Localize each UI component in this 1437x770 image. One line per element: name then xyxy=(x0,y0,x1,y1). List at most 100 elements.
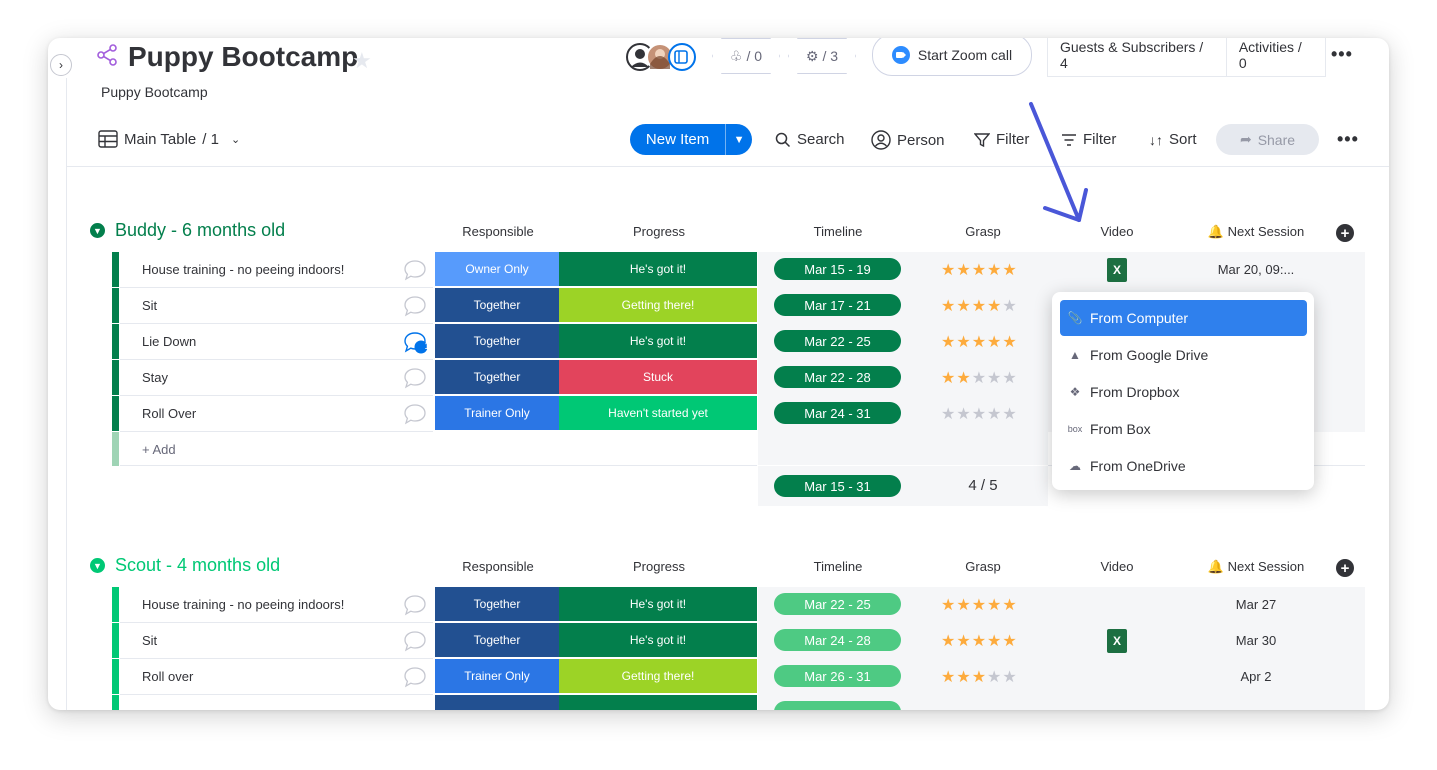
activities-button[interactable]: Activities / 0 xyxy=(1227,39,1325,71)
item-name[interactable]: House training - no peeing indoors! xyxy=(142,262,344,277)
share-button[interactable]: ➦ Share xyxy=(1216,124,1319,155)
menu-item-google-drive[interactable]: ▲ From Google Drive xyxy=(1060,337,1307,373)
group-header-scout[interactable]: ▼ Scout - 4 months old xyxy=(90,555,280,576)
integrations-button[interactable]: ⚙ / 3 xyxy=(788,38,856,74)
grasp-rating[interactable]: ★★★★★ xyxy=(941,332,1018,352)
item-name-cell[interactable]: Roll Over xyxy=(120,396,433,432)
board-description[interactable]: Puppy Bootcamp xyxy=(101,84,208,100)
menu-item-dropbox[interactable]: ❖ From Dropbox xyxy=(1060,374,1307,410)
progress-cell[interactable]: Haven't started yet xyxy=(559,396,758,430)
favorite-star-icon[interactable]: ★ xyxy=(352,48,372,74)
progress-cell[interactable]: He's got it! xyxy=(559,324,758,358)
updates-button[interactable]: ♧ / 0 xyxy=(712,38,780,74)
comment-bubble-icon[interactable] xyxy=(403,367,427,389)
new-item-dropdown-icon[interactable]: ▼ xyxy=(725,124,752,155)
next-session-cell[interactable]: Mar 20, 09:... xyxy=(1186,262,1326,277)
timeline-pill[interactable]: Mar 17 - 21 xyxy=(774,294,901,316)
item-name[interactable]: Sit xyxy=(142,298,157,313)
column-header-progress[interactable]: Progress xyxy=(560,224,758,239)
responsible-cell[interactable]: Trainer Only xyxy=(435,659,560,693)
progress-cell[interactable]: Getting there! xyxy=(559,288,758,322)
comment-bubble-icon[interactable] xyxy=(403,630,427,652)
column-header-next-session[interactable]: 🔔 Next Session xyxy=(1186,559,1326,575)
excel-file-icon[interactable]: X xyxy=(1107,629,1127,653)
progress-cell[interactable]: He's got it! xyxy=(559,252,758,286)
grasp-rating[interactable]: ★★★★★ xyxy=(941,404,1018,424)
view-selector[interactable]: Main Table / 1 ⌄ xyxy=(98,130,240,148)
timeline-pill[interactable]: Mar 24 - 28 xyxy=(774,629,901,651)
add-item-row[interactable]: + Add xyxy=(120,432,757,466)
item-name-cell[interactable]: House training - no peeing indoors! xyxy=(120,587,433,623)
item-name-cell[interactable]: Lie Down 1 xyxy=(120,324,433,360)
timeline-pill[interactable]: Mar 15 - 19 xyxy=(774,258,901,280)
board-members-avatars[interactable] xyxy=(626,42,696,72)
item-name-cell[interactable]: Sit xyxy=(120,288,433,324)
share-board-icon[interactable] xyxy=(96,44,118,66)
progress-cell[interactable]: He's got it! xyxy=(559,587,758,621)
add-column-icon[interactable]: + xyxy=(1336,559,1354,577)
grasp-rating[interactable]: ★★★★★ xyxy=(941,631,1018,651)
collapse-panel-button[interactable]: › xyxy=(50,54,72,76)
column-header-timeline[interactable]: Timeline xyxy=(758,224,918,239)
item-name[interactable]: Sit xyxy=(142,633,157,648)
add-column-icon[interactable]: + xyxy=(1336,224,1354,242)
comment-bubble-icon[interactable] xyxy=(403,295,427,317)
grasp-rating[interactable]: ★★★★★ xyxy=(941,368,1018,388)
board-title[interactable]: Puppy Bootcamp xyxy=(128,38,358,76)
excel-file-icon[interactable]: X xyxy=(1107,258,1127,282)
group-header-buddy[interactable]: ▼ Buddy - 6 months old xyxy=(90,220,285,241)
timeline-pill[interactable]: Mar 22 - 28 xyxy=(774,366,901,388)
grasp-rating[interactable]: ★★★★★ xyxy=(941,667,1018,687)
item-name-cell[interactable]: Stay xyxy=(120,360,433,396)
responsible-cell[interactable]: Together xyxy=(435,288,560,322)
column-header-responsible[interactable]: Responsible xyxy=(436,224,560,239)
comment-bubble-icon[interactable] xyxy=(403,259,427,281)
column-header-next-session[interactable]: 🔔 Next Session xyxy=(1186,224,1326,240)
timeline-pill[interactable]: Mar 26 - 31 xyxy=(774,665,901,687)
responsible-cell[interactable]: Together xyxy=(435,360,560,394)
timeline-pill[interactable]: Mar 22 - 25 xyxy=(774,330,901,352)
column-header-video[interactable]: Video xyxy=(1048,559,1186,574)
column-header-grasp[interactable]: Grasp xyxy=(918,559,1048,574)
timeline-pill[interactable]: Mar 22 - 25 xyxy=(774,593,901,615)
comment-bubble-icon[interactable] xyxy=(403,403,427,425)
progress-cell[interactable]: Getting there! xyxy=(559,659,758,693)
menu-item-onedrive[interactable]: ☁ From OneDrive xyxy=(1060,448,1307,484)
responsible-cell[interactable]: Owner Only xyxy=(435,252,560,286)
person-filter-button[interactable]: Person xyxy=(871,130,945,150)
responsible-cell[interactable]: Trainer Only xyxy=(435,396,560,430)
responsible-cell[interactable]: Together xyxy=(435,623,560,657)
next-session-cell[interactable]: Apr 2 xyxy=(1186,669,1326,684)
responsible-cell[interactable]: Together xyxy=(435,324,560,358)
filter-button[interactable]: Filter xyxy=(974,131,1029,148)
zoom-call-button[interactable]: Start Zoom call xyxy=(872,38,1032,76)
comment-bubble-icon[interactable] xyxy=(403,594,427,616)
next-session-cell[interactable]: Mar 27 xyxy=(1186,597,1326,612)
group-collapse-icon[interactable]: ▼ xyxy=(90,223,105,238)
grasp-rating[interactable]: ★★★★★ xyxy=(941,260,1018,280)
responsible-cell[interactable]: Together xyxy=(435,587,560,621)
add-item-label[interactable]: + Add xyxy=(142,442,176,457)
item-name[interactable]: House training - no peeing indoors! xyxy=(142,597,344,612)
group-title[interactable]: Scout - 4 months old xyxy=(115,555,280,576)
item-name-cell[interactable]: Sit xyxy=(120,623,433,659)
toolbar-more-menu-icon[interactable]: ••• xyxy=(1337,129,1359,150)
grasp-rating[interactable]: ★★★★★ xyxy=(941,296,1018,316)
group-title[interactable]: Buddy - 6 months old xyxy=(115,220,285,241)
timeline-pill[interactable]: Mar 24 - 31 xyxy=(774,402,901,424)
item-name[interactable]: Roll over xyxy=(142,669,193,684)
menu-item-box[interactable]: box From Box xyxy=(1060,411,1307,447)
column-header-responsible[interactable]: Responsible xyxy=(436,559,560,574)
item-name[interactable]: Stay xyxy=(142,370,168,385)
next-session-cell[interactable]: Mar 30 xyxy=(1186,633,1326,648)
item-name[interactable]: Roll Over xyxy=(142,406,196,421)
guests-subscribers-button[interactable]: Guests & Subscribers / 4 xyxy=(1048,39,1226,71)
item-name[interactable]: Lie Down xyxy=(142,334,196,349)
new-item-button[interactable]: New Item ▼ xyxy=(630,124,752,155)
progress-cell[interactable]: He's got it! xyxy=(559,623,758,657)
sort-button[interactable]: ↓↑ Sort xyxy=(1149,131,1197,148)
board-more-menu-icon[interactable]: ••• xyxy=(1331,44,1353,65)
column-header-progress[interactable]: Progress xyxy=(560,559,758,574)
search-button[interactable]: Search xyxy=(775,131,845,148)
comment-bubble-icon[interactable] xyxy=(403,666,427,688)
